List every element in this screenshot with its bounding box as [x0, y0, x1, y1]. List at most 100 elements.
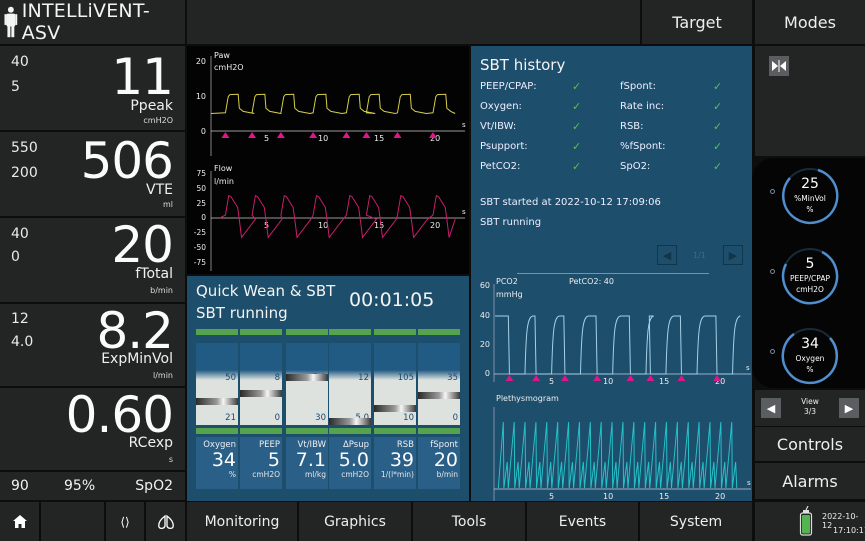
value-indicator	[418, 392, 460, 400]
check-icon: ✓	[572, 80, 582, 93]
controls-button[interactable]: Controls	[755, 427, 865, 461]
dial-value: 34	[801, 336, 819, 352]
dial-oxygen[interactable]: 34 Oxygen %	[780, 326, 840, 386]
dial-value: 5	[805, 256, 815, 272]
empty-button[interactable]	[41, 502, 104, 541]
paw-xtick: 10	[318, 134, 328, 143]
history-prev-button[interactable]: ◀	[657, 245, 677, 265]
monitor-label: fTotal	[135, 266, 173, 282]
paw-xunit: s	[462, 121, 466, 129]
monitor-unit: s	[168, 455, 173, 464]
alarm-limit-low: 5	[11, 79, 20, 95]
dial-minvol[interactable]: 25 %MinVol %	[780, 166, 840, 226]
monitor-value: 506	[80, 132, 174, 190]
flow-ytick: 0	[201, 213, 206, 222]
history-next-button[interactable]: ▶	[723, 245, 743, 265]
check-icon: ✓	[713, 160, 723, 173]
monitor-value: 0.60	[65, 386, 174, 444]
monitor-ppeak[interactable]: 40 5 11 Ppeak cmH2O	[0, 46, 185, 130]
co2-xunit: s	[746, 364, 750, 372]
criterion-label: RSB:	[620, 121, 644, 132]
nav-monitoring[interactable]: Monitoring	[187, 502, 297, 541]
app-title: INTELLiVENT-ASV	[21, 0, 150, 44]
criterion-label: PetCO2:	[480, 161, 521, 172]
paw-ytick: 0	[201, 127, 206, 136]
spo2-row[interactable]: 90 95% SpO2	[0, 472, 185, 500]
lung-button[interactable]	[146, 502, 185, 541]
monitor-unit: l/min	[152, 371, 173, 380]
co2-pleth-chart: PCO2 mmHg PetCO2: 40 60 40 20 0 s 5 10 1…	[480, 277, 751, 501]
paw-label: Paw	[214, 51, 230, 60]
criterion-label: PEEP/CPAP:	[480, 81, 537, 92]
freeze-button[interactable]	[769, 56, 789, 76]
view-prev-button[interactable]: ◀	[761, 398, 781, 418]
view-page: 3/3	[803, 407, 817, 416]
co2-xtick: 10	[603, 377, 613, 386]
monitor-rcexp[interactable]: 0.60 RCexp s	[0, 388, 185, 470]
view-indicator: View 3/3	[785, 397, 835, 417]
monitor-ftotal[interactable]: 40 0 20 fTotal b/min	[0, 218, 185, 302]
monitor-value: 20	[111, 216, 174, 274]
dial-unit: %	[806, 205, 814, 214]
status-bar-bottom	[240, 428, 282, 434]
view-next-button[interactable]: ▶	[839, 398, 859, 418]
trigger-marker	[362, 132, 371, 138]
flow-xtick: 20	[430, 221, 440, 230]
criterion-label: Psupport:	[480, 141, 528, 152]
monitor-label: RCexp	[128, 435, 173, 451]
paw-xtick: 5	[264, 134, 269, 143]
lung-icon	[157, 514, 174, 529]
trigger-marker	[309, 132, 318, 138]
param-readout: RSB 39 1/(l*min)	[374, 437, 416, 489]
status-bar-top	[286, 329, 328, 335]
status-bar-top	[196, 329, 238, 335]
range-high: 8	[274, 373, 280, 383]
co2-unit: mmHg	[496, 290, 523, 299]
flow-ytick: -50	[194, 243, 206, 252]
nav-events[interactable]: Events	[527, 502, 638, 541]
param-value: 39	[389, 449, 414, 471]
sbt-history-title: SBT history	[480, 56, 566, 74]
check-icon: ✓	[713, 120, 723, 133]
value-indicator	[240, 390, 282, 398]
nav-tools[interactable]: Tools	[413, 502, 525, 541]
alarm-limit-low: 0	[11, 249, 20, 265]
modes-button[interactable]: Modes	[755, 0, 865, 44]
history-page: 1/1	[693, 251, 706, 260]
monitor-label: VTE	[146, 182, 173, 198]
criterion-label: %fSpont:	[620, 141, 666, 152]
pleth-xtick: 15	[659, 492, 669, 501]
nav-graphics[interactable]: Graphics	[299, 502, 411, 541]
sbt-started-text: SBT started at 2022-10-12 17:09:06	[480, 197, 661, 208]
alarm-limit-high: 550	[11, 140, 38, 156]
trigger-marker	[505, 375, 514, 381]
dial-peep[interactable]: 5 PEEP/CPAP cmH2O	[780, 246, 840, 306]
dial-label: PEEP/CPAP	[790, 274, 830, 283]
alarms-button[interactable]: Alarms	[755, 463, 865, 499]
home-icon	[12, 515, 27, 528]
spo2-limit: 90	[11, 478, 29, 494]
dial-label: %MinVol	[794, 194, 826, 203]
value-indicator	[374, 404, 416, 412]
nav-system[interactable]: System	[640, 502, 752, 541]
param-readout: ΔPsup 5.0 cmH2O	[329, 437, 371, 489]
sensor-button[interactable]: ⟨⟩	[106, 502, 144, 541]
param-value: 5.0	[338, 449, 369, 471]
criterion-label: Rate inc:	[620, 101, 665, 112]
param-readout: fSpont 20 b/min	[418, 437, 460, 489]
right-top-panel	[755, 46, 865, 156]
home-button[interactable]	[0, 502, 39, 541]
status-bar-top	[240, 329, 282, 335]
monitor-expminvol[interactable]: 12 4.0 8.2 ExpMinVol l/min	[0, 304, 185, 386]
param-unit: cmH2O	[252, 470, 280, 479]
range-high: 105	[397, 373, 414, 383]
param-unit: %	[228, 470, 236, 479]
target-button[interactable]: Target	[642, 0, 752, 44]
range-high: 35	[447, 373, 458, 383]
monitor-vte[interactable]: 550 200 506 VTE ml	[0, 132, 185, 216]
flow-xtick: 15	[374, 221, 384, 230]
pleth-xunit: s	[747, 479, 751, 487]
dial-unit: cmH2O	[796, 285, 824, 294]
pleth-xtick: 20	[715, 492, 725, 501]
quick-wean-panel: Quick Wean & SBT SBT running 00:01:05 50…	[187, 276, 469, 501]
